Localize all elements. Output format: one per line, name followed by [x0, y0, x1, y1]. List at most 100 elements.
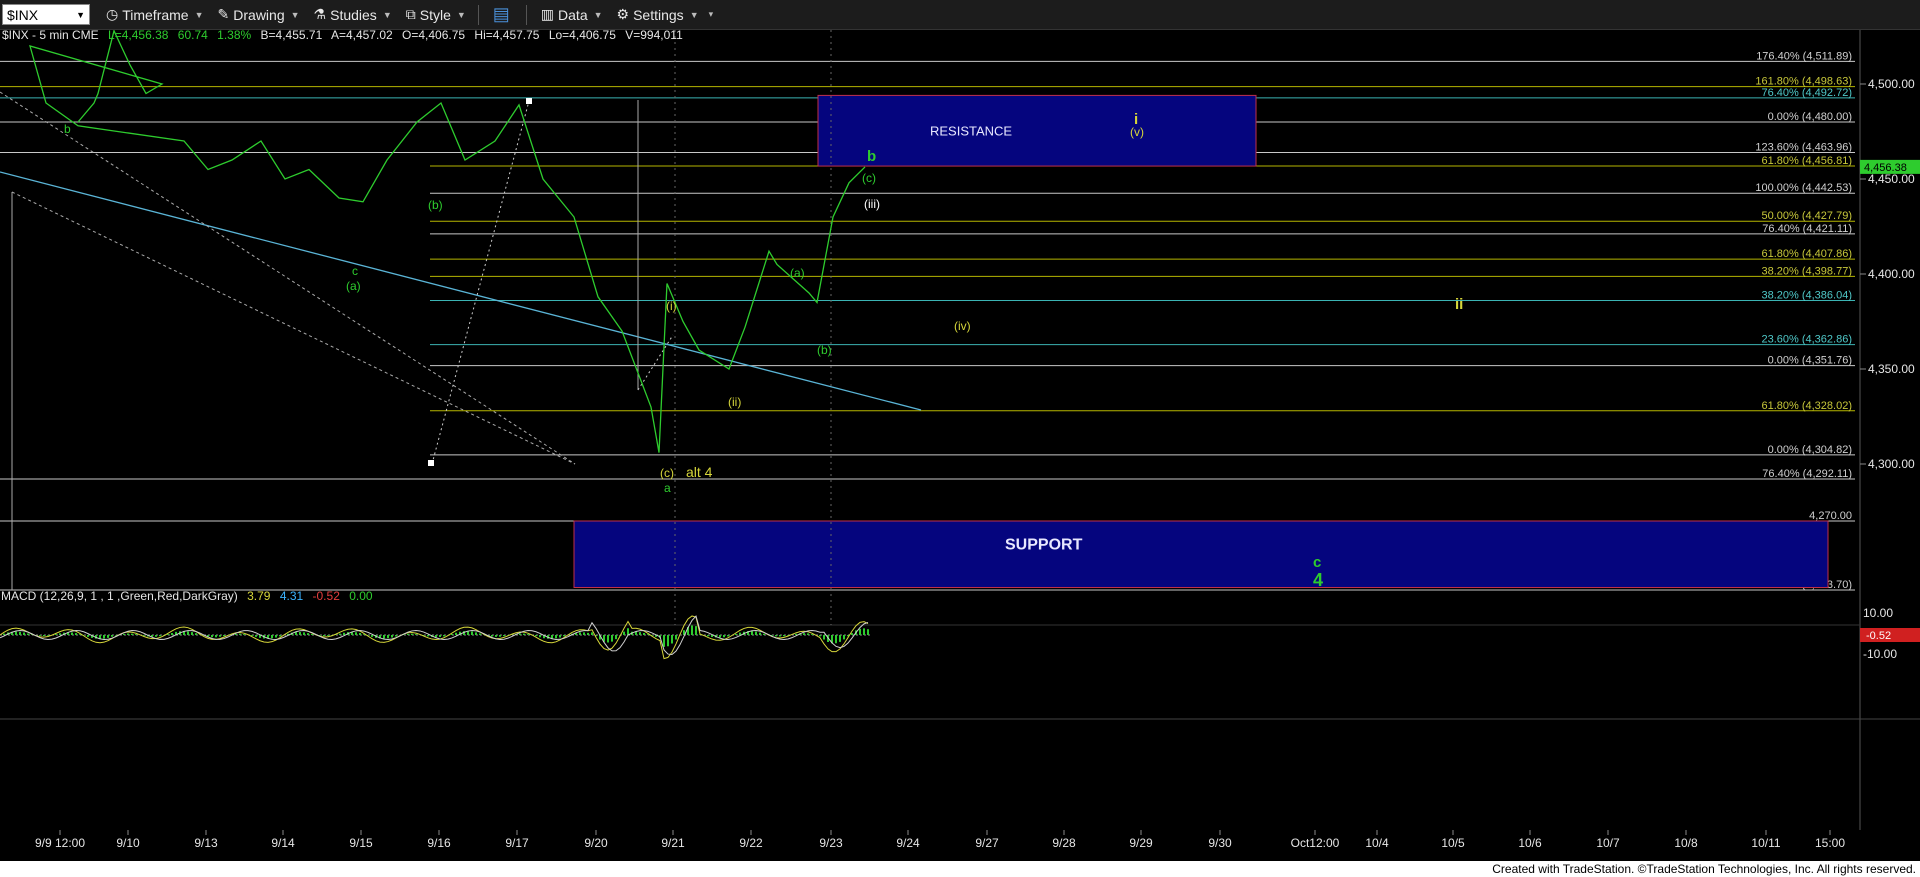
- data-button[interactable]: ▥ Data ▼: [541, 6, 603, 23]
- x-tick-label: 9/10: [116, 836, 140, 850]
- zone-label: RESISTANCE: [930, 124, 1012, 139]
- wave-label: ii: [1455, 296, 1463, 313]
- net-change: 60.74: [178, 30, 208, 42]
- x-tick-label: 9/22: [739, 836, 763, 850]
- x-tick-label: 10/6: [1518, 836, 1542, 850]
- pen-icon: ✎: [217, 6, 230, 22]
- fib-level-label: 0.00% (4,351.76): [1768, 355, 1852, 367]
- macd-current-value: -0.52: [1866, 630, 1891, 642]
- y-tick-label: 4,400.00: [1868, 267, 1915, 281]
- fib-level-label: 50.00% (4,427.79): [1761, 210, 1852, 222]
- anchor-point[interactable]: [428, 460, 434, 466]
- fib-level-label: 38.20% (4,398.77): [1761, 265, 1852, 277]
- toolbar: $INX ▼ ◷ Timeframe ▼ ✎ Drawing ▼ ⚗ Studi…: [0, 0, 1920, 30]
- x-tick-label: 10/5: [1441, 836, 1465, 850]
- timeframe-button[interactable]: ◷ Timeframe ▼: [106, 6, 204, 23]
- overflow-icon[interactable]: ▾: [709, 9, 714, 20]
- chevron-down-icon: ▼: [194, 9, 204, 20]
- x-tick-label: 10/11: [1751, 836, 1780, 850]
- wave-label: (a): [790, 266, 805, 280]
- macd-axis-label: -10.00: [1863, 647, 1897, 661]
- wave-label: b: [64, 122, 71, 136]
- x-tick-label: 9/15: [349, 836, 373, 850]
- fib-level-label: 4,270.00: [1809, 510, 1852, 522]
- x-tick-label: 9/13: [194, 836, 218, 850]
- x-tick-label: 9/17: [505, 836, 529, 850]
- y-tick-label: 4,350.00: [1868, 362, 1915, 376]
- fib-level-label: 61.80% (4,456.81): [1761, 155, 1852, 167]
- fib-level-label: 23.60% (4,362.86): [1761, 334, 1852, 346]
- bid-price: B=4,455.71: [261, 30, 323, 42]
- wave-label: (c): [862, 171, 876, 185]
- zone-box: [573, 520, 1829, 588]
- wave-label: alt 4: [686, 464, 713, 480]
- chevron-down-icon: ▼: [382, 9, 392, 20]
- chevron-down-icon: ▼: [456, 9, 466, 20]
- y-tick-label: 4,300.00: [1868, 457, 1915, 471]
- fib-level-label: 76.40% (4,421.11): [1762, 223, 1852, 235]
- symbol-input[interactable]: $INX ▼: [2, 4, 90, 25]
- chevron-down-icon[interactable]: ▼: [76, 10, 85, 20]
- fib-level-label: 100.00% (4,442.53): [1755, 182, 1852, 194]
- data-label: Data: [558, 6, 588, 23]
- wave-label: i: [1134, 111, 1138, 128]
- x-tick-label: 9/20: [584, 836, 608, 850]
- x-tick-label: 9/23: [819, 836, 843, 850]
- x-tick-label: Oct12:00: [1291, 836, 1340, 850]
- x-tick-label: 9/14: [271, 836, 295, 850]
- wave-label: (a): [346, 279, 361, 293]
- chevron-down-icon: ▼: [593, 9, 603, 20]
- zone-box: [817, 94, 1257, 167]
- wave-label: (ii): [728, 395, 741, 409]
- style-button[interactable]: ⧉ Style ▼: [406, 6, 466, 23]
- wave-label: b: [867, 148, 876, 165]
- macd-signal: 4.31: [280, 589, 304, 603]
- x-tick-label: 9/29: [1129, 836, 1153, 850]
- anchor-point[interactable]: [526, 98, 532, 104]
- x-tick-label: 9/27: [975, 836, 999, 850]
- drawing-button[interactable]: ✎ Drawing ▼: [218, 6, 300, 23]
- fib-level-label: 76.40% (4,492.72): [1761, 87, 1852, 99]
- x-tick-label: 9/16: [427, 836, 451, 850]
- fib-level-label: 123.60% (4,463.96): [1755, 141, 1852, 153]
- settings-label: Settings: [633, 6, 684, 23]
- x-tick-label: 10/7: [1596, 836, 1620, 850]
- toolbar-divider: [525, 4, 527, 25]
- symbol-value: $INX: [7, 6, 39, 23]
- wave-label: (iv): [954, 319, 971, 333]
- layout-button[interactable]: ▤: [493, 4, 514, 25]
- wave-label: (i): [666, 299, 677, 313]
- fib-level-label: 61.80% (4,407.86): [1761, 248, 1852, 260]
- settings-button[interactable]: ⚙ Settings ▼ ▾: [617, 6, 714, 23]
- y-tick-label: 4,450.00: [1868, 172, 1915, 186]
- last-price-marker: 4,456.38: [1860, 159, 1920, 174]
- fib-level-label: 0.00% (4,304.82): [1768, 444, 1852, 456]
- toolbar-divider: [477, 4, 479, 25]
- macd-label: MACD (12,26,9, 1 , 1 ,Green,Red,DarkGray…: [1, 589, 238, 603]
- wave-label: a: [664, 481, 671, 495]
- flask-icon: ⚗: [313, 6, 327, 22]
- macd-axis-label: 10.00: [1863, 606, 1893, 620]
- copyright-text: Created with TradeStation. ©TradeStation…: [1492, 862, 1916, 876]
- x-tick-label: 15:00: [1815, 836, 1845, 850]
- clock-icon: ◷: [106, 6, 119, 22]
- x-tick-label: 9/30: [1208, 836, 1232, 850]
- style-icon: ⧉: [405, 6, 416, 22]
- chevron-down-icon: ▼: [290, 9, 300, 20]
- x-tick-label: 9/28: [1052, 836, 1076, 850]
- footer: Created with TradeStation. ©TradeStation…: [0, 861, 1920, 877]
- wave-label: (c): [660, 466, 674, 480]
- studies-button[interactable]: ⚗ Studies ▼: [314, 6, 392, 23]
- open-price: O=4,406.75: [402, 30, 465, 42]
- low-price: Lo=4,406.75: [549, 30, 616, 42]
- y-tick-label: 4,500.00: [1868, 77, 1915, 91]
- price-chart[interactable]: $INX - 5 min CME L=4,456.38 60.74 1.38% …: [0, 30, 1920, 860]
- timeframe-label: Timeframe: [122, 6, 189, 23]
- wave-label: (iii): [864, 197, 880, 211]
- high-price: Hi=4,457.75: [474, 30, 539, 42]
- fib-level-label: 76.40% (4,292.11): [1762, 468, 1852, 480]
- fib-level-label: 0.00% (4,480.00): [1768, 111, 1852, 123]
- x-tick-label: 9/24: [896, 836, 920, 850]
- x-tick-label: 10/4: [1365, 836, 1389, 850]
- gear-icon: ⚙: [616, 6, 630, 22]
